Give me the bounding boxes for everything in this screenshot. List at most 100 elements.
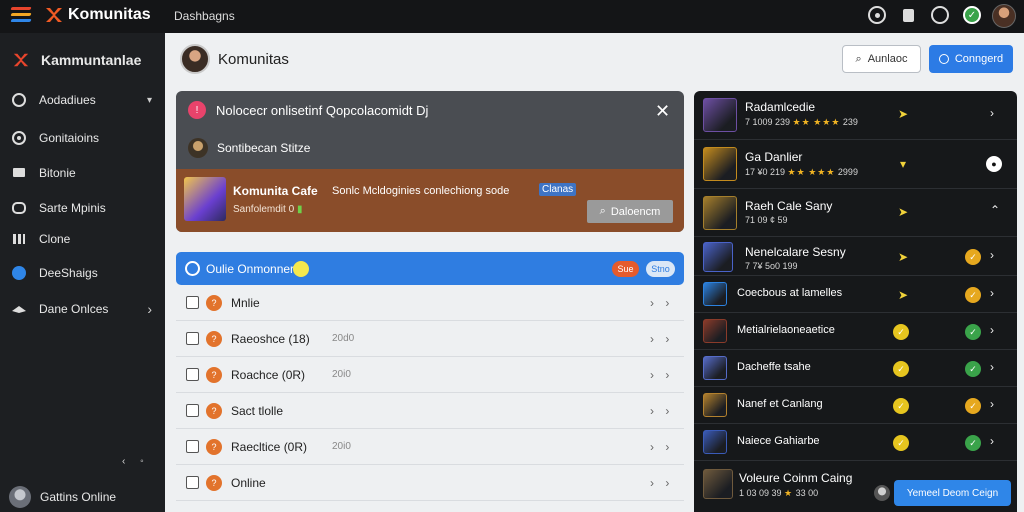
page-title: Komunitas: [218, 51, 289, 68]
chevron-right-icon[interactable]: ›: [990, 397, 994, 411]
list-item[interactable]: ? Raeoshce (18) 20d0 › ›: [176, 321, 684, 357]
status-icon: [185, 261, 200, 276]
verified-icon: ✓: [965, 435, 981, 451]
game-row[interactable]: Dacheffe tsahe ✓ ✓ ›: [694, 350, 1017, 387]
sidebar-item-gonitaioins[interactable]: Gonitaioins: [10, 127, 160, 149]
globe-icon: [10, 264, 28, 282]
user-status-icon: ?: [206, 366, 222, 383]
chevron-right-icon[interactable]: › ›: [650, 476, 673, 490]
close-icon[interactable]: ✕: [655, 101, 670, 122]
chat-icon[interactable]: [931, 6, 949, 24]
hat-icon: [10, 300, 28, 318]
list-item[interactable]: ? Raecltice (0R) 20i0 › ›: [176, 429, 684, 465]
game-title: Coecbous at lamelles: [737, 287, 843, 299]
game-row[interactable]: Nanef et Canlang ✓ ✓ ›: [694, 387, 1017, 424]
bookmark-icon[interactable]: [899, 6, 917, 24]
sidebar-item-deeshaigs[interactable]: DeeShaigs: [10, 262, 160, 284]
sidebar-collapse-icons[interactable]: ‹ ◦: [122, 456, 150, 467]
status-badge: [293, 261, 309, 277]
game-thumbnail: [703, 469, 733, 499]
radio-icon[interactable]: ●: [986, 156, 1002, 172]
flag-icon: ▮: [296, 204, 303, 215]
user-status-icon: ?: [206, 294, 222, 311]
game-rating: 7 1009 239 ★★ ★★★ 239: [745, 117, 858, 127]
online-list-header[interactable]: Oulie Onmonner Sue Stno: [176, 252, 684, 285]
chevron-right-icon[interactable]: ›: [990, 248, 994, 262]
sidebar-item-label: DeeShaigs: [39, 266, 98, 280]
chevron-right-icon[interactable]: ›: [990, 434, 994, 448]
list-item[interactable]: ? Mnlie › ›: [176, 285, 684, 321]
sidebar-item-bitonie[interactable]: Bitonie: [10, 162, 160, 184]
sidebar-footer[interactable]: Gattins Online: [9, 486, 116, 508]
chevron-right-icon[interactable]: › ›: [650, 368, 673, 382]
game-row[interactable]: Ga Danlier 17 ¥0 219 ★★ ★★★ 2999 ▾ ●: [694, 140, 1017, 189]
game-title: Raeh Cale Sany: [745, 199, 833, 213]
checkbox[interactable]: [186, 404, 199, 417]
list-item-meta: 20i0: [332, 441, 351, 452]
verified-icon[interactable]: ✓: [963, 6, 981, 24]
game-thumbnail: [703, 282, 727, 306]
chevron-right-icon[interactable]: › ›: [650, 296, 673, 310]
game-thumbnail: [184, 177, 226, 221]
brand-name[interactable]: Komunitas: [68, 6, 151, 24]
secondary-button[interactable]: ⌕ Aunlaoc: [842, 45, 921, 73]
checkbox[interactable]: [186, 368, 199, 381]
compass-icon[interactable]: [868, 6, 886, 24]
game-list-panel: Radamlcedie 7 1009 239 ★★ ★★★ 239 ➤ › Ga…: [694, 91, 1017, 512]
checkbox[interactable]: [186, 332, 199, 345]
game-row[interactable]: Naiece Gahiarbe ✓ ✓ ›: [694, 424, 1017, 461]
controller-icon: [10, 199, 28, 217]
bolt-icon: ➤: [897, 288, 909, 302]
chevron-right-icon[interactable]: › ›: [650, 440, 673, 454]
game-title: Metialrielaoneaetice: [737, 324, 835, 336]
game-thumbnail: [703, 356, 727, 380]
primary-button[interactable]: Conngerd: [929, 45, 1013, 73]
chevron-right-icon[interactable]: ›: [990, 360, 994, 374]
chevron-right-icon[interactable]: › ›: [650, 404, 673, 418]
checkbox[interactable]: [186, 476, 199, 489]
avatar[interactable]: [180, 44, 210, 74]
cta-button[interactable]: Yemeel Deom Ceign: [894, 480, 1011, 506]
chevron-right-icon[interactable]: ›: [990, 106, 994, 120]
sidebar-item-sarte-mpinis[interactable]: Sarte Mpinis: [10, 197, 160, 219]
sidebar-item-clone[interactable]: Clone: [10, 228, 160, 250]
toggle-pill[interactable]: Stno: [646, 261, 675, 277]
status-icon: ✓: [965, 287, 981, 303]
sidebar-item-dane-onlces[interactable]: Dane Onlces ›: [10, 298, 160, 320]
sidebar-item-label: Sarte Mpinis: [39, 201, 106, 215]
game-title[interactable]: Komunita Cafe: [233, 184, 318, 198]
sidebar-item-label: Gonitaioins: [39, 131, 100, 145]
sidebar-header[interactable]: Kammuntanlae: [12, 49, 141, 71]
section-title[interactable]: Dashbagns: [174, 9, 235, 23]
filter-pill[interactable]: Sue: [612, 261, 639, 277]
list-item[interactable]: ? Sact tlolle › ›: [176, 393, 684, 429]
sidebar-item-aodadiues[interactable]: Aodadiues ▾: [10, 89, 160, 111]
game-row[interactable]: Raeh Cale Sany 71 09 ¢ 59 ➤ ⌃: [694, 189, 1017, 237]
game-title: Nanef et Canlang: [737, 398, 823, 410]
status-icon: ✓: [893, 361, 909, 377]
checkbox[interactable]: [186, 440, 199, 453]
list-item-label: Roachce (0R): [231, 367, 306, 382]
checkbox[interactable]: [186, 296, 199, 309]
notification-sub-text: Sontibecan Stitze: [217, 141, 311, 155]
list-item[interactable]: ? Roachce (0R) 20i0 › ›: [176, 357, 684, 393]
list-item-label: Raeoshce (18): [231, 331, 310, 346]
menu-icon[interactable]: [10, 7, 32, 25]
list-item-label: Mnlie: [231, 295, 260, 310]
game-row[interactable]: Radamlcedie 7 1009 239 ★★ ★★★ 239 ➤ ›: [694, 91, 1017, 140]
chevron-up-icon[interactable]: ⌃: [990, 203, 1000, 217]
monitor-icon: [10, 164, 28, 182]
promo-button[interactable]: ⌕ Daloencm: [587, 200, 673, 223]
game-promo[interactable]: Komunita Cafe Sonlc Mcldoginies conlechi…: [176, 169, 684, 232]
chevron-right-icon[interactable]: ›: [990, 286, 994, 300]
chevron-right-icon[interactable]: ›: [990, 323, 994, 337]
palette-icon: [10, 91, 28, 109]
user-avatar[interactable]: [992, 4, 1016, 28]
list-item[interactable]: ? Online › ›: [176, 465, 684, 501]
game-row[interactable]: Coecbous at lamelles ➤ ✓ ›: [694, 276, 1017, 313]
top-bar: Komunitas Dashbagns ✓: [0, 0, 1024, 33]
chevron-right-icon[interactable]: › ›: [650, 332, 673, 346]
game-row[interactable]: Nenelcalare Sesny 7 7¥ 5o0 199 ➤ ✓ ›: [694, 237, 1017, 276]
game-row[interactable]: Metialrielaoneaetice ✓ ✓ ›: [694, 313, 1017, 350]
sidebar: Kammuntanlae Aodadiues ▾ Gonitaioins Bit…: [0, 33, 165, 512]
